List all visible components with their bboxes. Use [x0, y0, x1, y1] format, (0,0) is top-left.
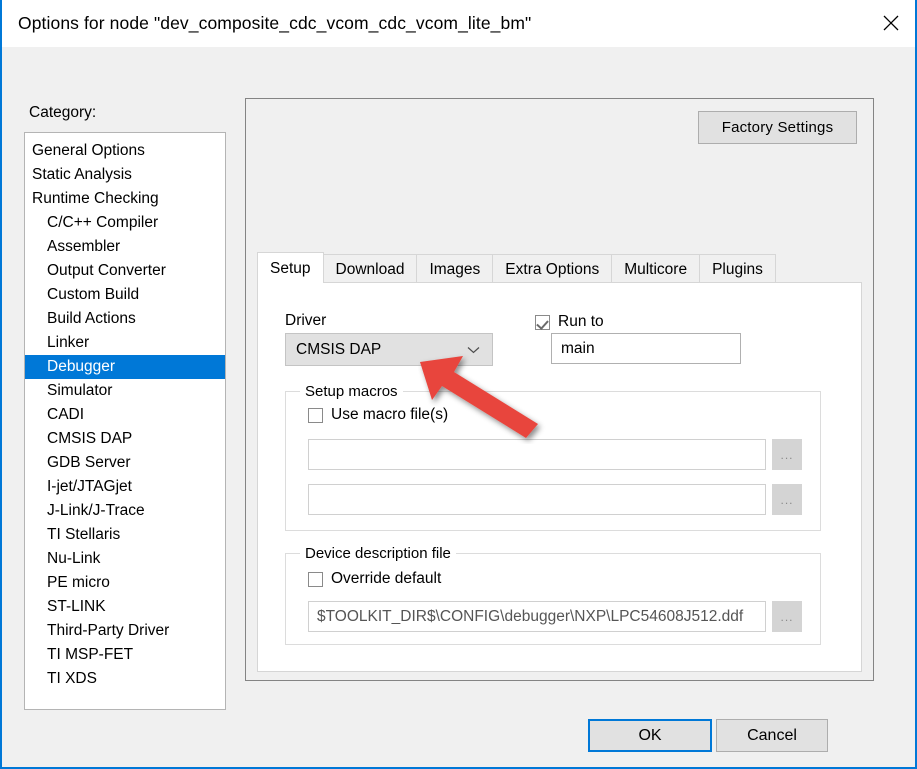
run-to-input[interactable]: main: [551, 333, 741, 364]
device-description-path-input[interactable]: $TOOLKIT_DIR$\CONFIG\debugger\NXP\LPC546…: [308, 601, 766, 632]
category-item[interactable]: General Options: [25, 139, 225, 163]
driver-label: Driver: [285, 312, 327, 329]
category-item[interactable]: Assembler: [25, 235, 225, 259]
macro-file-input-2[interactable]: [308, 484, 766, 515]
checkbox-box-run-to: [535, 314, 550, 330]
category-item[interactable]: Output Converter: [25, 259, 225, 283]
tab-plugins[interactable]: Plugins: [699, 254, 776, 283]
browse-button-macro-1[interactable]: ...: [772, 439, 802, 470]
use-macro-files-label: Use macro file(s): [331, 406, 449, 423]
category-item[interactable]: PE micro: [25, 571, 225, 595]
device-description-row: $TOOLKIT_DIR$\CONFIG\debugger\NXP\LPC546…: [308, 601, 802, 632]
category-item[interactable]: C/C++ Compiler: [25, 211, 225, 235]
device-description-group: Device description file Override default…: [285, 545, 821, 645]
category-item[interactable]: TI XDS: [25, 667, 225, 691]
override-default-checkbox[interactable]: Override default: [308, 570, 441, 588]
settings-panel: Factory Settings Setup Download Images Extr…: [245, 98, 874, 681]
macro-file-row-1: ...: [308, 439, 802, 470]
ok-button[interactable]: OK: [588, 719, 712, 752]
category-item[interactable]: CADI: [25, 403, 225, 427]
category-item[interactable]: J-Link/J-Trace: [25, 499, 225, 523]
macro-file-input-1[interactable]: [308, 439, 766, 470]
run-to-value: main: [561, 339, 595, 357]
tab-download[interactable]: Download: [322, 254, 418, 283]
category-item[interactable]: GDB Server: [25, 451, 225, 475]
window-title: Options for node "dev_composite_cdc_vcom…: [18, 13, 532, 33]
checkbox-box-use-macro: [308, 407, 323, 423]
category-list[interactable]: General Options Static Analysis Runtime Ch…: [24, 132, 226, 710]
cancel-button[interactable]: Cancel: [716, 719, 828, 752]
category-item[interactable]: Linker: [25, 331, 225, 355]
use-macro-files-checkbox[interactable]: Use macro file(s): [308, 406, 448, 424]
driver-dropdown[interactable]: CMSIS DAP: [285, 333, 493, 366]
run-to-label: Run to: [558, 313, 604, 330]
driver-dropdown-value: CMSIS DAP: [296, 340, 382, 358]
category-item[interactable]: Nu-Link: [25, 547, 225, 571]
chevron-down-icon: [467, 346, 480, 354]
tab-strip: Setup Download Images Extra Options Multicor…: [257, 252, 862, 283]
category-item[interactable]: Simulator: [25, 379, 225, 403]
category-item[interactable]: CMSIS DAP: [25, 427, 225, 451]
category-item[interactable]: TI MSP-FET: [25, 643, 225, 667]
dialog-body: Category: General Options Static Analysis…: [2, 47, 915, 767]
factory-settings-button[interactable]: Factory Settings: [698, 111, 857, 144]
run-to-checkbox[interactable]: Run to: [535, 313, 604, 331]
title-bar: Options for node "dev_composite_cdc_vcom…: [2, 0, 915, 47]
setup-tab-panel: Driver CMSIS DAP Run to main Setup macro…: [257, 282, 862, 672]
tab-setup[interactable]: Setup: [257, 252, 324, 283]
macro-file-row-2: ...: [308, 484, 802, 515]
override-default-label: Override default: [331, 570, 442, 587]
setup-macros-group: Setup macros Use macro file(s) ... ...: [285, 383, 821, 531]
category-item[interactable]: Third-Party Driver: [25, 619, 225, 643]
setup-macros-title: Setup macros: [300, 383, 403, 400]
browse-button-device-description[interactable]: ...: [772, 601, 802, 632]
category-item[interactable]: Custom Build: [25, 283, 225, 307]
category-label: Category:: [29, 104, 97, 121]
category-item[interactable]: Debugger: [25, 355, 225, 379]
device-description-title: Device description file: [300, 545, 456, 562]
tab-images[interactable]: Images: [416, 254, 494, 283]
browse-button-macro-2[interactable]: ...: [772, 484, 802, 515]
tab-extra-options[interactable]: Extra Options: [492, 254, 613, 283]
category-item[interactable]: I-jet/JTAGjet: [25, 475, 225, 499]
category-item[interactable]: Runtime Checking: [25, 187, 225, 211]
options-dialog-window: Options for node "dev_composite_cdc_vcom…: [0, 0, 917, 769]
close-icon[interactable]: [867, 0, 915, 46]
category-item[interactable]: Static Analysis: [25, 163, 225, 187]
checkbox-box-override: [308, 571, 323, 587]
tab-multicore[interactable]: Multicore: [611, 254, 701, 283]
category-item[interactable]: ST-LINK: [25, 595, 225, 619]
category-item[interactable]: Build Actions: [25, 307, 225, 331]
category-item[interactable]: TI Stellaris: [25, 523, 225, 547]
